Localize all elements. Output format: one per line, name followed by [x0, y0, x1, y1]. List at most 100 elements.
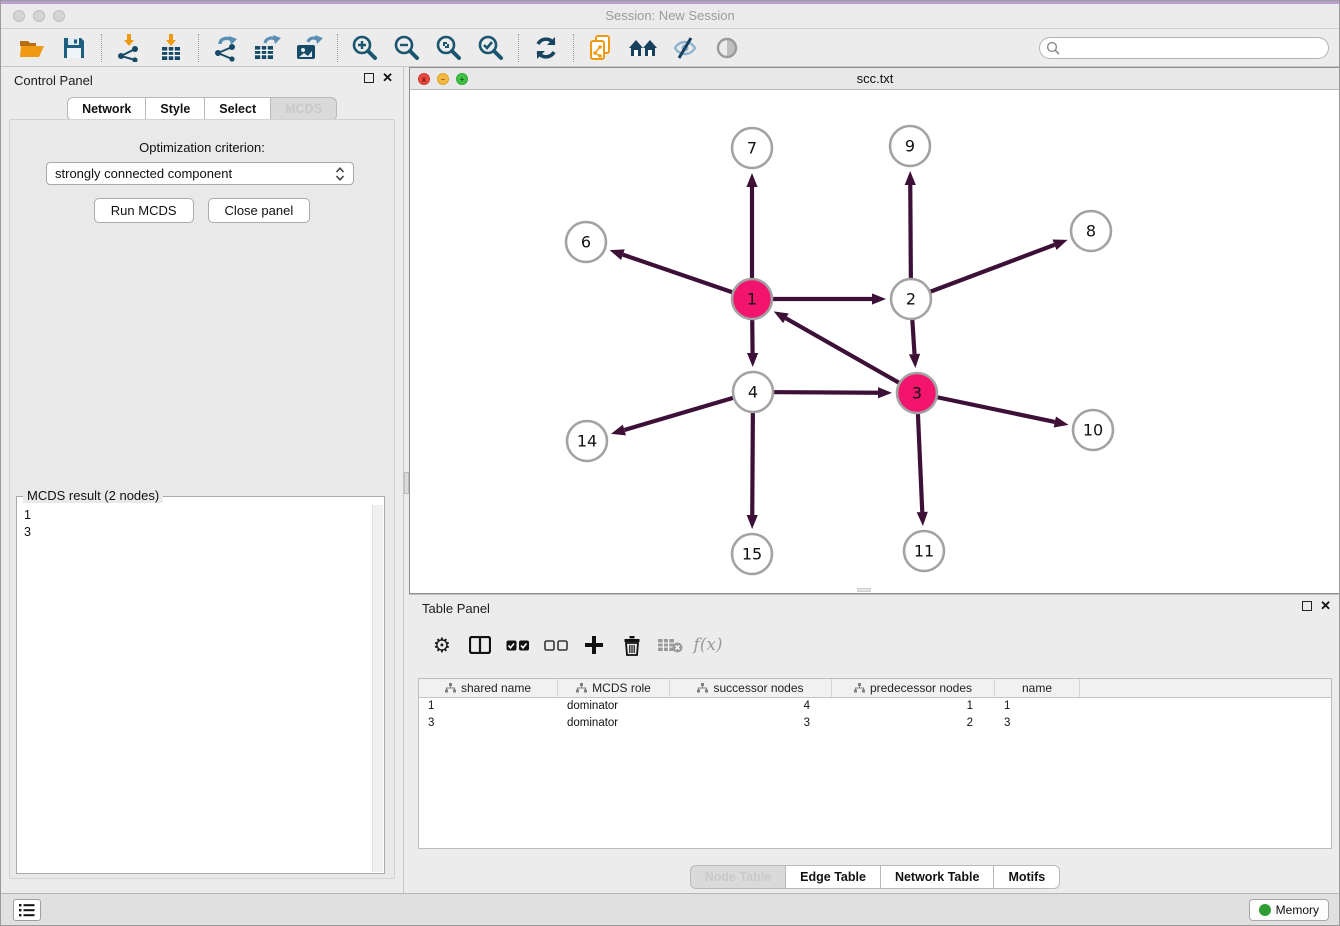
- graph-edge-2-8[interactable]: [911, 245, 1055, 299]
- cell-mcds-role[interactable]: dominator: [558, 715, 670, 732]
- column-header-predecessor-nodes[interactable]: predecessor nodes: [832, 679, 995, 697]
- node-label-8: 8: [1086, 222, 1096, 241]
- network-view-window: x – + scc.txt 1234678910111415: [409, 67, 1340, 594]
- save-session-button[interactable]: [53, 31, 95, 65]
- search-input[interactable]: [1039, 37, 1329, 59]
- node-table: shared nameMCDS role successor nodes prede…: [418, 678, 1332, 849]
- export-image-button[interactable]: [289, 31, 331, 65]
- open-session-button[interactable]: [11, 31, 53, 65]
- graph-edge-3-1[interactable]: [786, 318, 917, 393]
- control-panel: Control Panel ✕ NetworkStyleSelectMCDS O…: [1, 67, 403, 895]
- toolbar-separator: [101, 34, 102, 62]
- table-row[interactable]: 3dominator323: [419, 715, 1331, 732]
- home-icon: [627, 36, 659, 60]
- home-button[interactable]: [622, 31, 664, 65]
- select-all-button[interactable]: [499, 627, 537, 663]
- memory-button[interactable]: Memory: [1249, 899, 1329, 921]
- tab-node-table[interactable]: Node Table: [690, 865, 786, 889]
- table-toolbar: ⚙ f(x): [423, 625, 727, 665]
- canvas-resize-handle[interactable]: [857, 588, 871, 592]
- zoom-selected-icon: [477, 34, 505, 62]
- window-title: Session: New Session: [1, 8, 1339, 23]
- node-label-1: 1: [747, 290, 757, 309]
- toolbar-separator: [198, 34, 199, 62]
- column-layout-button[interactable]: [461, 627, 499, 663]
- column-header-label: successor nodes: [713, 681, 803, 695]
- edge-arrowhead: [872, 293, 886, 304]
- tab-network[interactable]: Network: [67, 97, 146, 121]
- delete-table-button[interactable]: [651, 627, 689, 663]
- duplicate-network-button[interactable]: [580, 31, 622, 65]
- network-canvas[interactable]: 1234678910111415: [410, 90, 1340, 593]
- column-header-successor-nodes[interactable]: successor nodes: [670, 679, 832, 697]
- cell-name[interactable]: 3: [995, 715, 1080, 732]
- tab-motifs[interactable]: Motifs: [994, 865, 1060, 889]
- cell-mcds-role[interactable]: dominator: [558, 698, 670, 715]
- zoom-selected-button[interactable]: [470, 31, 512, 65]
- tab-edge-table[interactable]: Edge Table: [786, 865, 881, 889]
- import-network-button[interactable]: [108, 31, 150, 65]
- tab-style[interactable]: Style: [146, 97, 205, 121]
- export-table-button[interactable]: [247, 31, 289, 65]
- dropdown-value: strongly connected component: [55, 166, 335, 181]
- node-label-7: 7: [747, 139, 757, 158]
- import-table-button[interactable]: [150, 31, 192, 65]
- task-history-button[interactable]: [13, 899, 41, 921]
- node-label-3: 3: [912, 384, 922, 403]
- mcds-result-text[interactable]: 1 3: [18, 505, 372, 872]
- cell-shared-name[interactable]: 3: [419, 715, 558, 732]
- refresh-icon: [533, 35, 559, 61]
- deselect-all-button[interactable]: [537, 627, 575, 663]
- function-builder-button[interactable]: f(x): [689, 627, 727, 663]
- result-scrollbar[interactable]: [372, 505, 383, 872]
- tab-mcds[interactable]: MCDS: [271, 97, 337, 121]
- refresh-button[interactable]: [525, 31, 567, 65]
- tab-network-table[interactable]: Network Table: [881, 865, 995, 889]
- cell-predecessor-nodes[interactable]: 1: [832, 698, 995, 715]
- close-panel-button[interactable]: Close panel: [208, 198, 311, 223]
- delete-column-button[interactable]: [613, 627, 651, 663]
- cell-shared-name[interactable]: 1: [419, 698, 558, 715]
- open-folder-icon: [18, 35, 46, 61]
- column-type-icon: [854, 683, 865, 693]
- add-column-icon: [584, 635, 604, 655]
- node-table-body: 1dominator4113dominator323: [419, 698, 1331, 732]
- close-panel-icon[interactable]: ✕: [382, 73, 393, 83]
- toolbar-separator: [573, 34, 574, 62]
- eye-disabled-button[interactable]: [706, 31, 748, 65]
- zoom-in-button[interactable]: [344, 31, 386, 65]
- mcds-panel: Optimization criterion: strongly connect…: [9, 119, 395, 879]
- main-titlebar: Session: New Session: [1, 4, 1339, 29]
- table-row[interactable]: 1dominator411: [419, 698, 1331, 715]
- mcds-result-box: MCDS result (2 nodes) 1 3: [16, 496, 385, 874]
- column-type-icon: [697, 683, 708, 693]
- add-column-button[interactable]: [575, 627, 613, 663]
- column-header-name[interactable]: name: [995, 679, 1080, 697]
- save-icon: [62, 36, 86, 60]
- cell-predecessor-nodes[interactable]: 2: [832, 715, 995, 732]
- float-panel-icon[interactable]: [364, 73, 374, 83]
- column-header-shared-name[interactable]: shared name: [419, 679, 558, 697]
- zoom-out-button[interactable]: [386, 31, 428, 65]
- export-network-icon: [212, 34, 240, 62]
- table-settings-button[interactable]: ⚙: [423, 627, 461, 663]
- network-window-titlebar[interactable]: x – + scc.txt: [410, 68, 1340, 90]
- cell-successor-nodes[interactable]: 4: [670, 698, 832, 715]
- float-table-panel-icon[interactable]: [1302, 601, 1312, 611]
- export-image-icon: [295, 34, 325, 62]
- app-window: Session: New Session: [0, 0, 1340, 926]
- hide-graphics-button[interactable]: [664, 31, 706, 65]
- delete-table-icon: [657, 637, 683, 653]
- edge-arrowhead: [1054, 416, 1069, 427]
- run-mcds-button[interactable]: Run MCDS: [94, 198, 194, 223]
- cell-name[interactable]: 1: [995, 698, 1080, 715]
- optimization-criterion-dropdown[interactable]: strongly connected component: [46, 162, 354, 185]
- cell-successor-nodes[interactable]: 3: [670, 715, 832, 732]
- network-window-title: scc.txt: [410, 71, 1340, 86]
- table-panel-tabs: Node TableEdge TableNetwork TableMotifs: [409, 865, 1340, 889]
- close-table-panel-icon[interactable]: ✕: [1320, 601, 1331, 611]
- tab-select[interactable]: Select: [205, 97, 271, 121]
- zoom-fit-button[interactable]: [428, 31, 470, 65]
- column-header-mcds-role[interactable]: MCDS role: [558, 679, 670, 697]
- export-network-button[interactable]: [205, 31, 247, 65]
